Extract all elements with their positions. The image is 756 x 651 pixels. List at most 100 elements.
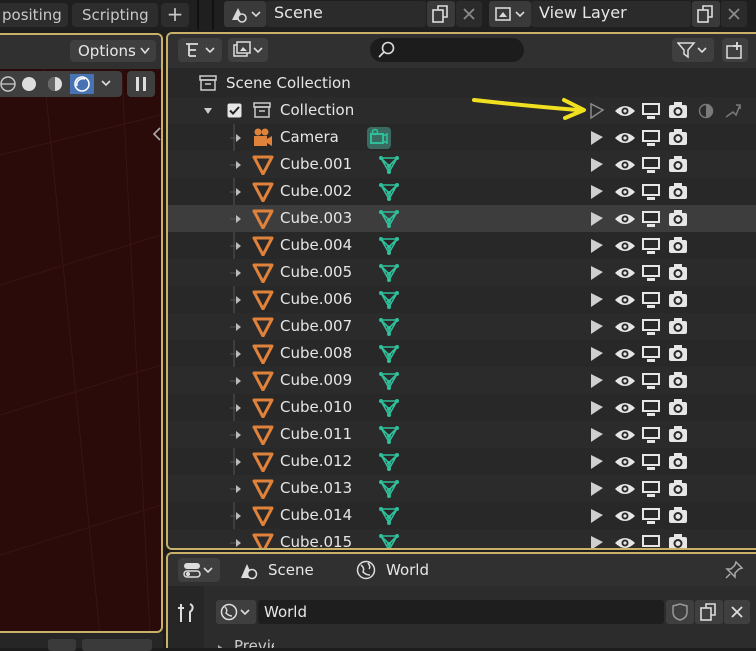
eye-icon[interactable]: [614, 453, 636, 471]
outliner-row[interactable]: Cube.013: [168, 475, 756, 502]
mesh-data-icon[interactable]: [378, 263, 400, 283]
mesh-data-icon[interactable]: [378, 371, 400, 391]
camera-render-icon[interactable]: [668, 533, 688, 550]
eye-icon[interactable]: [614, 426, 636, 444]
pin-icon[interactable]: [724, 560, 744, 580]
selectable-icon[interactable]: [588, 480, 606, 498]
selectable-icon[interactable]: [588, 399, 606, 417]
duplicate-world-button[interactable]: [695, 600, 723, 624]
selectable-icon[interactable]: [588, 237, 606, 255]
camera-render-icon[interactable]: [668, 182, 688, 200]
monitor-icon[interactable]: [640, 399, 662, 417]
editor-type-button[interactable]: [178, 558, 220, 582]
monitor-icon[interactable]: [640, 480, 662, 498]
monitor-icon[interactable]: [640, 426, 662, 444]
mesh-data-icon[interactable]: [378, 479, 400, 499]
outliner-row[interactable]: Cube.010: [168, 394, 756, 421]
outliner-row[interactable]: Cube.008: [168, 340, 756, 367]
scene-selector-button[interactable]: [224, 1, 266, 27]
eye-icon[interactable]: [614, 129, 636, 147]
expand-arrow-icon[interactable]: [230, 484, 246, 494]
outliner-row[interactable]: Cube.012: [168, 448, 756, 475]
mesh-data-icon[interactable]: [378, 290, 400, 310]
outliner-row[interactable]: Cube.014: [168, 502, 756, 529]
eye-icon[interactable]: [614, 291, 636, 309]
world-breadcrumb[interactable]: World: [386, 554, 429, 586]
monitor-icon[interactable]: [640, 237, 662, 255]
scene-collection-row[interactable]: Scene Collection: [168, 70, 756, 97]
monitor-icon[interactable]: [640, 345, 662, 363]
preview-panel-header[interactable]: Preview: [216, 638, 274, 648]
monitor-icon[interactable]: [640, 372, 662, 390]
scene-name-field[interactable]: Scene: [266, 1, 426, 27]
selectable-icon[interactable]: [588, 507, 606, 525]
unlink-world-button[interactable]: [724, 600, 750, 624]
delete-scene-button[interactable]: [456, 1, 482, 27]
mesh-data-icon[interactable]: [378, 209, 400, 229]
camera-render-icon[interactable]: [668, 101, 688, 119]
monitor-icon[interactable]: [640, 291, 662, 309]
eye-icon[interactable]: [614, 399, 636, 417]
outliner-row[interactable]: Cube.004: [168, 232, 756, 259]
selectable-icon[interactable]: [588, 264, 606, 282]
monitor-icon[interactable]: [640, 210, 662, 228]
camera-render-icon[interactable]: [668, 398, 688, 416]
monitor-icon[interactable]: [640, 264, 662, 282]
options-dropdown[interactable]: Options: [70, 40, 156, 62]
eye-icon[interactable]: [614, 210, 636, 228]
selectable-icon[interactable]: [588, 345, 606, 363]
outliner-row[interactable]: Cube.002: [168, 178, 756, 205]
add-workspace-button[interactable]: +: [161, 3, 189, 27]
monitor-icon[interactable]: [640, 156, 662, 174]
monitor-icon[interactable]: [640, 318, 662, 336]
pause-render-button[interactable]: [127, 71, 155, 97]
monitor-icon[interactable]: [640, 129, 662, 147]
expand-arrow-icon[interactable]: [230, 349, 246, 359]
eye-icon[interactable]: [614, 183, 636, 201]
chevron-left-icon[interactable]: [152, 127, 162, 141]
camera-render-icon[interactable]: [668, 155, 688, 173]
expand-arrow-icon[interactable]: [230, 268, 246, 278]
expand-arrow-icon[interactable]: [230, 538, 246, 548]
world-browse-button[interactable]: [216, 600, 256, 624]
monitor-icon[interactable]: [640, 507, 662, 525]
outliner-row[interactable]: Cube.007: [168, 313, 756, 340]
filter-button[interactable]: [672, 38, 714, 62]
monitor-icon[interactable]: [640, 183, 662, 201]
camera-render-icon[interactable]: [668, 425, 688, 443]
expand-arrow-icon[interactable]: [230, 403, 246, 413]
view-layer-selector-button[interactable]: [489, 1, 531, 27]
outliner-row[interactable]: Cube.001: [168, 151, 756, 178]
outliner-row[interactable]: Cube.003: [168, 205, 756, 232]
eye-icon[interactable]: [614, 264, 636, 282]
eye-icon[interactable]: [614, 507, 636, 525]
camera-render-icon[interactable]: [668, 236, 688, 254]
camera-render-icon[interactable]: [668, 128, 688, 146]
outliner-row[interactable]: Camera: [168, 124, 756, 151]
selectable-icon[interactable]: [588, 534, 606, 550]
search-input[interactable]: [370, 38, 524, 62]
new-collection-button[interactable]: [722, 38, 748, 62]
camera-render-icon[interactable]: [668, 344, 688, 362]
mesh-data-icon[interactable]: [378, 398, 400, 418]
selectable-icon[interactable]: [588, 291, 606, 309]
monitor-icon[interactable]: [640, 453, 662, 471]
camera-render-icon[interactable]: [668, 452, 688, 470]
camera-render-icon[interactable]: [668, 371, 688, 389]
expand-arrow-icon[interactable]: [230, 187, 246, 197]
expand-arrow-icon[interactable]: [230, 376, 246, 386]
outliner-row[interactable]: Cube.006: [168, 286, 756, 313]
camera-render-icon[interactable]: [668, 317, 688, 335]
selectable-icon[interactable]: [588, 372, 606, 390]
expand-arrow-icon[interactable]: [230, 430, 246, 440]
eye-icon[interactable]: [614, 480, 636, 498]
outliner-row[interactable]: Cube.011: [168, 421, 756, 448]
mesh-data-icon[interactable]: [378, 425, 400, 445]
selectable-icon[interactable]: [588, 210, 606, 228]
duplicate-view-layer-button[interactable]: [692, 1, 720, 27]
camera-render-icon[interactable]: [668, 506, 688, 524]
3d-viewport[interactable]: Options: [0, 33, 163, 633]
holdout-icon[interactable]: [698, 103, 714, 119]
eye-icon[interactable]: [614, 102, 636, 120]
expand-arrow-icon[interactable]: [230, 511, 246, 521]
